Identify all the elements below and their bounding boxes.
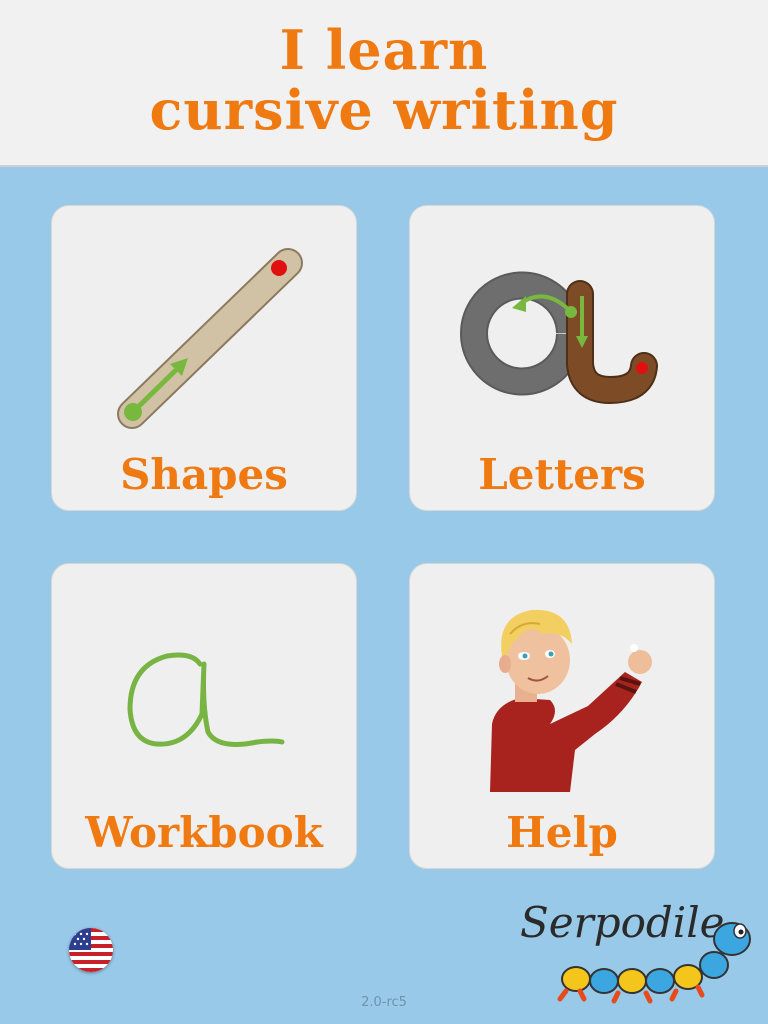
letter-tracing-icon [460, 271, 658, 405]
shapes-button[interactable]: Shapes [51, 205, 357, 511]
workbook-button[interactable]: Workbook [51, 563, 357, 869]
help-boy-illustration [490, 609, 652, 792]
app-header: I learn cursive writing [0, 0, 768, 167]
us-flag-icon[interactable] [69, 928, 113, 972]
title-line-2: cursive writing [149, 78, 619, 142]
shapes-label: Shapes [120, 450, 288, 499]
serpodile-logo: Serpodile [520, 898, 751, 1004]
help-label: Help [506, 808, 618, 857]
letters-label: Letters [478, 450, 646, 499]
workbook-icon [127, 652, 285, 747]
shape-tracing-icon [117, 248, 303, 429]
letters-button[interactable]: Letters [409, 205, 715, 511]
title-line-1: I learn [279, 18, 489, 82]
workbook-label: Workbook [85, 808, 323, 857]
help-button[interactable]: Help [409, 563, 715, 869]
brand-name: Serpodile [520, 898, 724, 947]
app-title: I learn cursive writing [0, 0, 768, 140]
